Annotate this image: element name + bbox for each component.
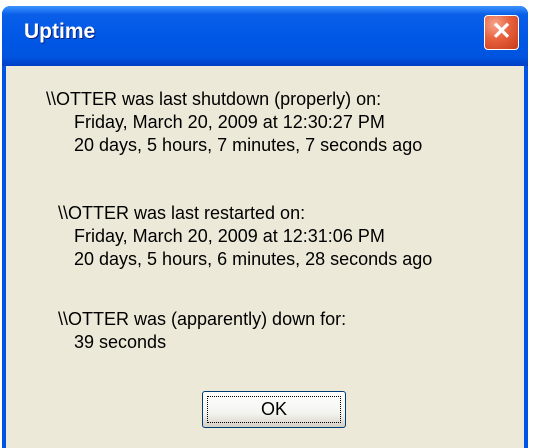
title-bar[interactable]: Uptime ✕ [2,6,528,66]
restart-heading: \\OTTER was last restarted on: [58,203,306,223]
uptime-dialog: Uptime ✕ \\OTTER was last shutdown (prop… [2,6,528,448]
shutdown-date: Friday, March 20, 2009 at 12:30:27 PM [74,112,385,132]
restart-date: Friday, March 20, 2009 at 12:31:06 PM [74,226,385,246]
downtime-heading: \\OTTER was (apparently) down for: [58,309,347,329]
ok-button[interactable]: OK [202,391,346,428]
shutdown-ago: 20 days, 5 hours, 7 minutes, 7 seconds a… [74,135,423,155]
restart-ago: 20 days, 5 hours, 6 minutes, 28 seconds … [74,249,433,269]
close-icon: ✕ [491,18,512,45]
ok-button-label: OK [207,396,341,423]
restart-section: \\OTTER was last restarted on: Friday, M… [58,202,432,271]
downtime-value: 39 seconds [74,332,167,352]
shutdown-section: \\OTTER was last shutdown (properly) on:… [46,88,422,157]
shutdown-heading: \\OTTER was last shutdown (properly) on: [46,89,382,109]
dialog-body: \\OTTER was last shutdown (properly) on:… [6,66,524,448]
window-title: Uptime [24,20,96,43]
close-button[interactable]: ✕ [484,15,519,50]
downtime-section: \\OTTER was (apparently) down for: 39 se… [58,308,346,354]
